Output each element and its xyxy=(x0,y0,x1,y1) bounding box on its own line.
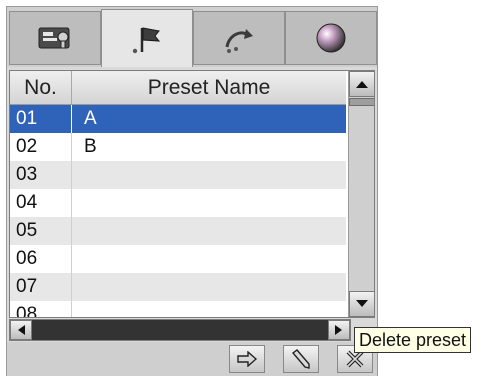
scroll-up-button[interactable] xyxy=(349,71,374,97)
table-row[interactable]: 05 xyxy=(10,217,346,245)
table-row[interactable]: 06 xyxy=(10,245,346,273)
scroll-right-button[interactable] xyxy=(328,320,350,340)
column-header-preset-name[interactable]: Preset Name xyxy=(72,71,346,104)
row-number: 07 xyxy=(10,273,72,301)
arrow-up-icon xyxy=(356,81,368,88)
tab-cruise[interactable] xyxy=(193,11,285,65)
goto-arrow-icon xyxy=(237,351,258,367)
row-preset-name: A xyxy=(84,108,97,129)
tab-strip xyxy=(7,7,377,67)
vertical-scroll-thumb[interactable] xyxy=(349,98,374,106)
row-number: 02 xyxy=(10,133,72,161)
cruise-path-icon xyxy=(225,29,253,53)
row-number: 08 xyxy=(10,301,72,317)
row-number: 05 xyxy=(10,217,72,245)
table-row[interactable]: 04 xyxy=(10,189,346,217)
tab-color[interactable] xyxy=(285,11,377,65)
arrow-down-icon xyxy=(356,300,368,307)
table-row[interactable]: 07 xyxy=(10,273,346,301)
row-number: 06 xyxy=(10,245,72,273)
arrow-right-icon xyxy=(335,325,342,335)
bottom-toolbar xyxy=(7,342,377,376)
delete-preset-tooltip: Delete preset xyxy=(354,327,472,353)
tab-camera-settings[interactable] xyxy=(9,11,101,65)
table-row[interactable]: 01 A xyxy=(10,105,346,133)
scroll-down-button[interactable] xyxy=(349,291,374,317)
table-header: No. Preset Name xyxy=(10,71,346,105)
preset-panel: No. Preset Name 01 A 02 B 03 04 05 06 07… xyxy=(6,6,378,376)
table-row[interactable]: 02 B xyxy=(10,133,346,161)
table-row[interactable]: 08 xyxy=(10,301,346,317)
row-number: 03 xyxy=(10,161,72,189)
flag-icon xyxy=(132,26,161,53)
column-header-no[interactable]: No. xyxy=(10,71,72,104)
goto-preset-button[interactable] xyxy=(229,345,265,373)
tab-presets[interactable] xyxy=(101,9,193,67)
color-ball-icon xyxy=(316,23,346,53)
row-number: 01 xyxy=(10,105,72,133)
scroll-left-button[interactable] xyxy=(10,320,32,340)
table-body: 01 A 02 B 03 04 05 06 07 08 xyxy=(10,105,346,317)
preset-list: No. Preset Name 01 A 02 B 03 04 05 06 07… xyxy=(9,70,375,318)
edit-preset-button[interactable] xyxy=(283,345,319,373)
vertical-scrollbar[interactable] xyxy=(348,71,374,317)
arrow-left-icon xyxy=(18,325,25,335)
horizontal-scrollbar[interactable] xyxy=(9,319,351,341)
table-row[interactable]: 03 xyxy=(10,161,346,189)
camera-settings-icon xyxy=(38,27,70,49)
row-preset-name: B xyxy=(84,136,97,157)
row-number: 04 xyxy=(10,189,72,217)
edit-pencil-icon xyxy=(291,349,310,369)
